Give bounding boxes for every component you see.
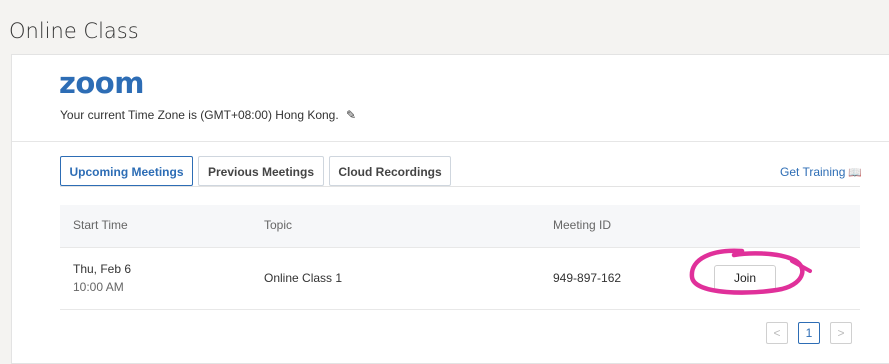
highlight-circle-annotation bbox=[689, 248, 812, 295]
timezone-info: Your current Time Zone is (GMT+08:00) Ho… bbox=[60, 108, 356, 122]
next-page-button[interactable]: > bbox=[830, 322, 852, 344]
tab-upcoming-meetings[interactable]: Upcoming Meetings bbox=[60, 156, 193, 186]
get-training-label: Get Training bbox=[780, 165, 846, 179]
prev-page-button[interactable]: < bbox=[766, 322, 788, 344]
tab-cloud-recordings[interactable]: Cloud Recordings bbox=[329, 156, 451, 186]
divider bbox=[12, 141, 889, 142]
meeting-topic: Online Class 1 bbox=[264, 271, 343, 285]
timezone-text: Your current Time Zone is (GMT+08:00) Ho… bbox=[60, 108, 339, 122]
get-training-link[interactable]: Get Training 📖 bbox=[780, 165, 862, 179]
header-topic: Topic bbox=[264, 218, 293, 232]
meeting-date: Thu, Feb 6 bbox=[73, 262, 132, 276]
edit-pencil-icon[interactable]: ✎ bbox=[346, 108, 356, 122]
meeting-id: 949-897-162 bbox=[553, 271, 622, 285]
tab-previous-meetings[interactable]: Previous Meetings bbox=[198, 156, 324, 186]
table-header: Start Time Topic Meeting ID bbox=[60, 205, 860, 248]
meeting-time: 10:00 AM bbox=[73, 280, 124, 294]
header-meeting-id: Meeting ID bbox=[553, 218, 612, 232]
book-icon: 📖 bbox=[848, 167, 863, 179]
tabs-underline bbox=[60, 186, 860, 187]
page-1-button[interactable]: 1 bbox=[798, 322, 820, 344]
page-title: Online Class bbox=[9, 19, 139, 43]
zoom-logo: zoom bbox=[59, 66, 144, 100]
header-start-time: Start Time bbox=[73, 218, 128, 232]
